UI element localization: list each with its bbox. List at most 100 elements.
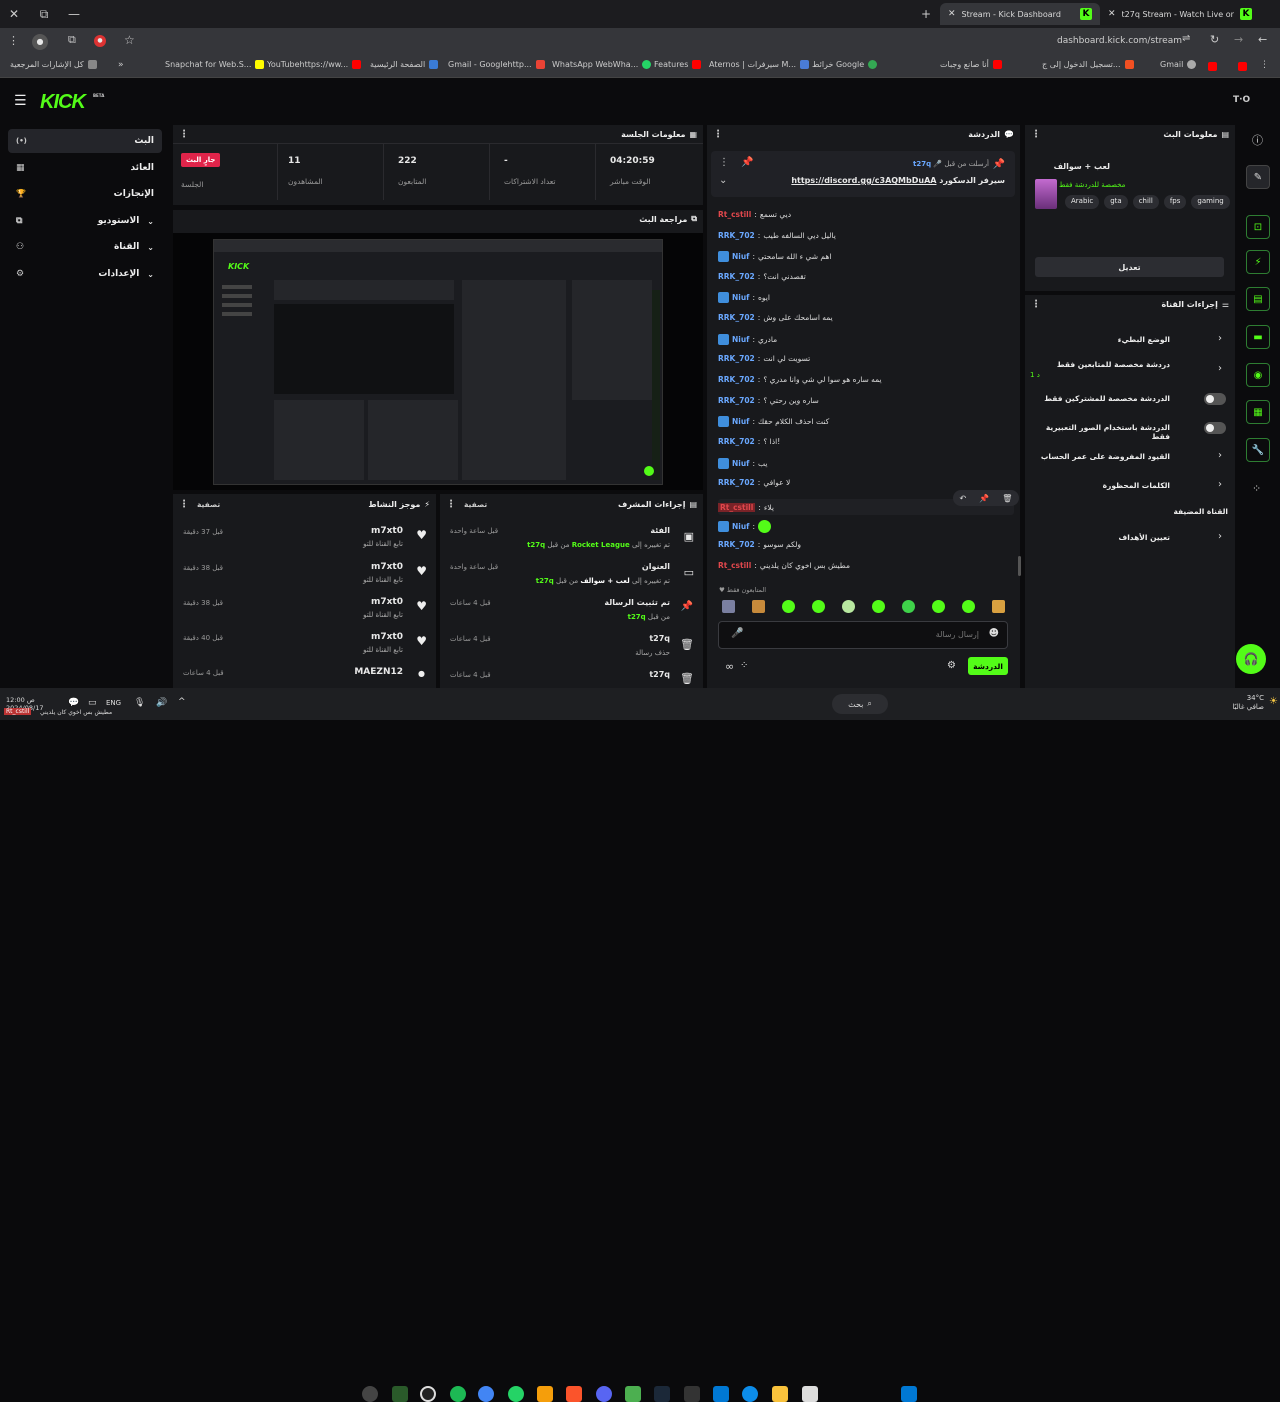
broadcast-icon[interactable]: ◉ [1246,363,1270,387]
chevron-right-icon[interactable]: › [1218,479,1222,490]
dots-cluster-icon[interactable]: ⁘ [1252,482,1261,495]
chat-message[interactable]: RRK_702: ياليل ديي السالفه طيب [718,231,836,240]
video-player[interactable]: KICK [173,233,703,490]
minimize-window-icon[interactable]: — [64,4,84,24]
more-options-icon[interactable]: ⋮ [1031,129,1041,140]
bookmark-aternos[interactable]: Aternos | سيرفرات M... [709,60,810,69]
channel-action-goals[interactable]: تعيين الأهداف [1030,533,1170,542]
nav-channel[interactable]: ⚇ القناة ⌄ [8,235,162,259]
channel-action-slow-mode[interactable]: الوضع البطيء [1030,335,1170,344]
windows-start-icon[interactable] [901,1386,917,1402]
more-options-icon[interactable]: ⋮ [179,499,189,510]
more-options-icon[interactable]: ⋮ [446,499,456,510]
more-options-icon[interactable]: ⋮ [1031,299,1041,310]
notification-icon[interactable]: 💬 [68,698,79,708]
chat-bubble-icon[interactable]: ▬ [1246,325,1270,349]
tag[interactable]: chill [1132,195,1159,209]
nav-stream[interactable]: (•) البث [8,129,162,153]
nav-revenue[interactable]: ▦ العائد [8,156,162,180]
tab-close-icon[interactable]: ✕ [1108,9,1116,19]
tag[interactable]: gaming [1191,195,1230,209]
microphone-icon[interactable]: 🎙 [134,698,145,708]
tune-icon[interactable]: ⇌ [1182,34,1190,44]
profile-avatar-icon[interactable]: ● [32,34,48,50]
brave-icon[interactable] [566,1386,582,1402]
outlook-icon[interactable] [713,1386,729,1402]
emote-icon[interactable] [962,600,975,613]
youtube-icon[interactable] [1208,62,1217,71]
bookmark-star-icon[interactable]: ☆ [124,34,135,46]
emote-icon[interactable] [932,600,945,613]
document-icon[interactable]: ▤ [1246,287,1270,311]
wrench-icon[interactable]: 🔧 [1246,438,1270,462]
lightning-icon[interactable]: ⚡ [1246,250,1270,274]
new-tab-icon[interactable]: + [916,4,936,24]
reload-icon[interactable]: ↻ [1210,34,1219,45]
forward-icon[interactable]: → [1234,34,1243,45]
chat-message[interactable]: RRK_702: تقصدني انت؟ [718,272,806,281]
bookmark-maps[interactable]: خرائط Google [812,60,878,69]
search-box[interactable]: بحث ⌕ [832,694,888,714]
nav-settings[interactable]: ⚙ الإعدادات ⌄ [8,262,162,286]
bookmark-all[interactable]: كل الإشارات المرجعية [10,60,97,69]
channel-action-account-age[interactable]: القيود المفروضة على عمر الحساب [1030,452,1170,461]
bookmark-home[interactable]: الصفحة الرئيسية [370,60,439,69]
support-icon[interactable]: 🎧 [1236,644,1266,674]
bookmark-whatsapp[interactable]: WhatsApp WebWha... [552,60,652,69]
chat-message[interactable]: Niuf: مادري [718,334,777,345]
activity-user[interactable]: m7xt0 [371,632,403,642]
bookmark-features[interactable]: Features [654,60,702,69]
activity-user[interactable]: MAEZN12 [354,667,403,677]
tag[interactable]: Arabic [1065,195,1100,209]
chat-message[interactable]: Niuf: [718,520,771,533]
nav-achievements[interactable]: 🏆 الإنجازات [8,182,162,206]
send-chat-button[interactable]: الدردشة [968,657,1008,675]
pencil-icon[interactable]: ✎ [1246,165,1270,189]
chat-message[interactable]: Rt_cstill: ديي تسمع [718,210,791,219]
emotes-only-toggle[interactable] [1204,422,1226,434]
crop-icon[interactable]: ⊡ [1246,215,1270,239]
more-options-icon[interactable]: ⋮ [713,129,723,140]
chevron-right-icon[interactable]: › [1218,363,1222,374]
subscribers-only-toggle[interactable] [1204,393,1226,405]
whatsapp-icon[interactable] [508,1386,524,1402]
emote-icon[interactable] [992,600,1005,613]
kick-logo[interactable]: KICK [40,91,86,114]
infinity-icon[interactable]: ∞ [725,660,734,673]
back-icon[interactable]: ← [1258,34,1267,45]
bookmark-gmail[interactable]: Gmail - Googlehttp... [448,60,545,69]
app-icon[interactable] [537,1386,553,1402]
discord-icon[interactable] [596,1386,612,1402]
pinned-message[interactable]: 📌 أرسلت من قبل 🎤 t27q سيرفر الدسكورد htt… [711,151,1015,197]
gear-icon[interactable]: ⚙ [947,660,956,671]
activity-user[interactable]: m7xt0 [371,526,403,536]
layers-icon[interactable]: ▦ [1246,400,1270,424]
chat-message[interactable]: RRK_702: تسويت لي انت [718,354,810,363]
emoji-icon[interactable]: ☻ [989,628,999,639]
tag[interactable]: fps [1163,195,1187,209]
edit-button[interactable]: تعديل [1035,257,1224,277]
emote-icon[interactable] [872,600,885,613]
chevron-up-icon[interactable]: ^ [178,697,186,707]
dots-cluster-icon[interactable]: ⁘ [740,660,748,671]
emote-icon[interactable] [812,600,825,613]
app-icon[interactable] [684,1386,700,1402]
app-icon[interactable] [362,1386,378,1402]
info-icon[interactable]: ⓘ [1252,135,1263,146]
more-options-icon[interactable]: ⋮ [719,157,729,168]
pin-icon[interactable]: 📌 [979,494,989,503]
chat-message[interactable]: RRK_702: يمه ساره هو سوا لي شي وانا مدري … [718,375,882,384]
more-options-icon[interactable]: ⋮ [179,129,189,140]
chat-message[interactable]: Niuf: يب [718,458,767,469]
channel-action-followers-only[interactable]: دردشة مخصصة للمتابعين فقط [1030,360,1170,369]
pin-toggle-icon[interactable]: 📌 [741,157,753,168]
chevron-right-icon[interactable]: › [1218,333,1222,344]
app-icon[interactable] [392,1386,408,1402]
bookmark-youtube[interactable]: YouTubehttps://ww... [267,60,362,69]
filter-button[interactable]: تصفية [197,500,220,509]
bookmark-snapchat[interactable]: Snapchat for Web.S... [165,60,265,69]
menu-dots-icon[interactable]: ⋮ [8,35,19,46]
chat-message[interactable]: RRK_702: ولكم سوسو [718,540,801,549]
restore-window-icon[interactable]: ⧉ [34,4,54,24]
emote-icon[interactable] [902,600,915,613]
